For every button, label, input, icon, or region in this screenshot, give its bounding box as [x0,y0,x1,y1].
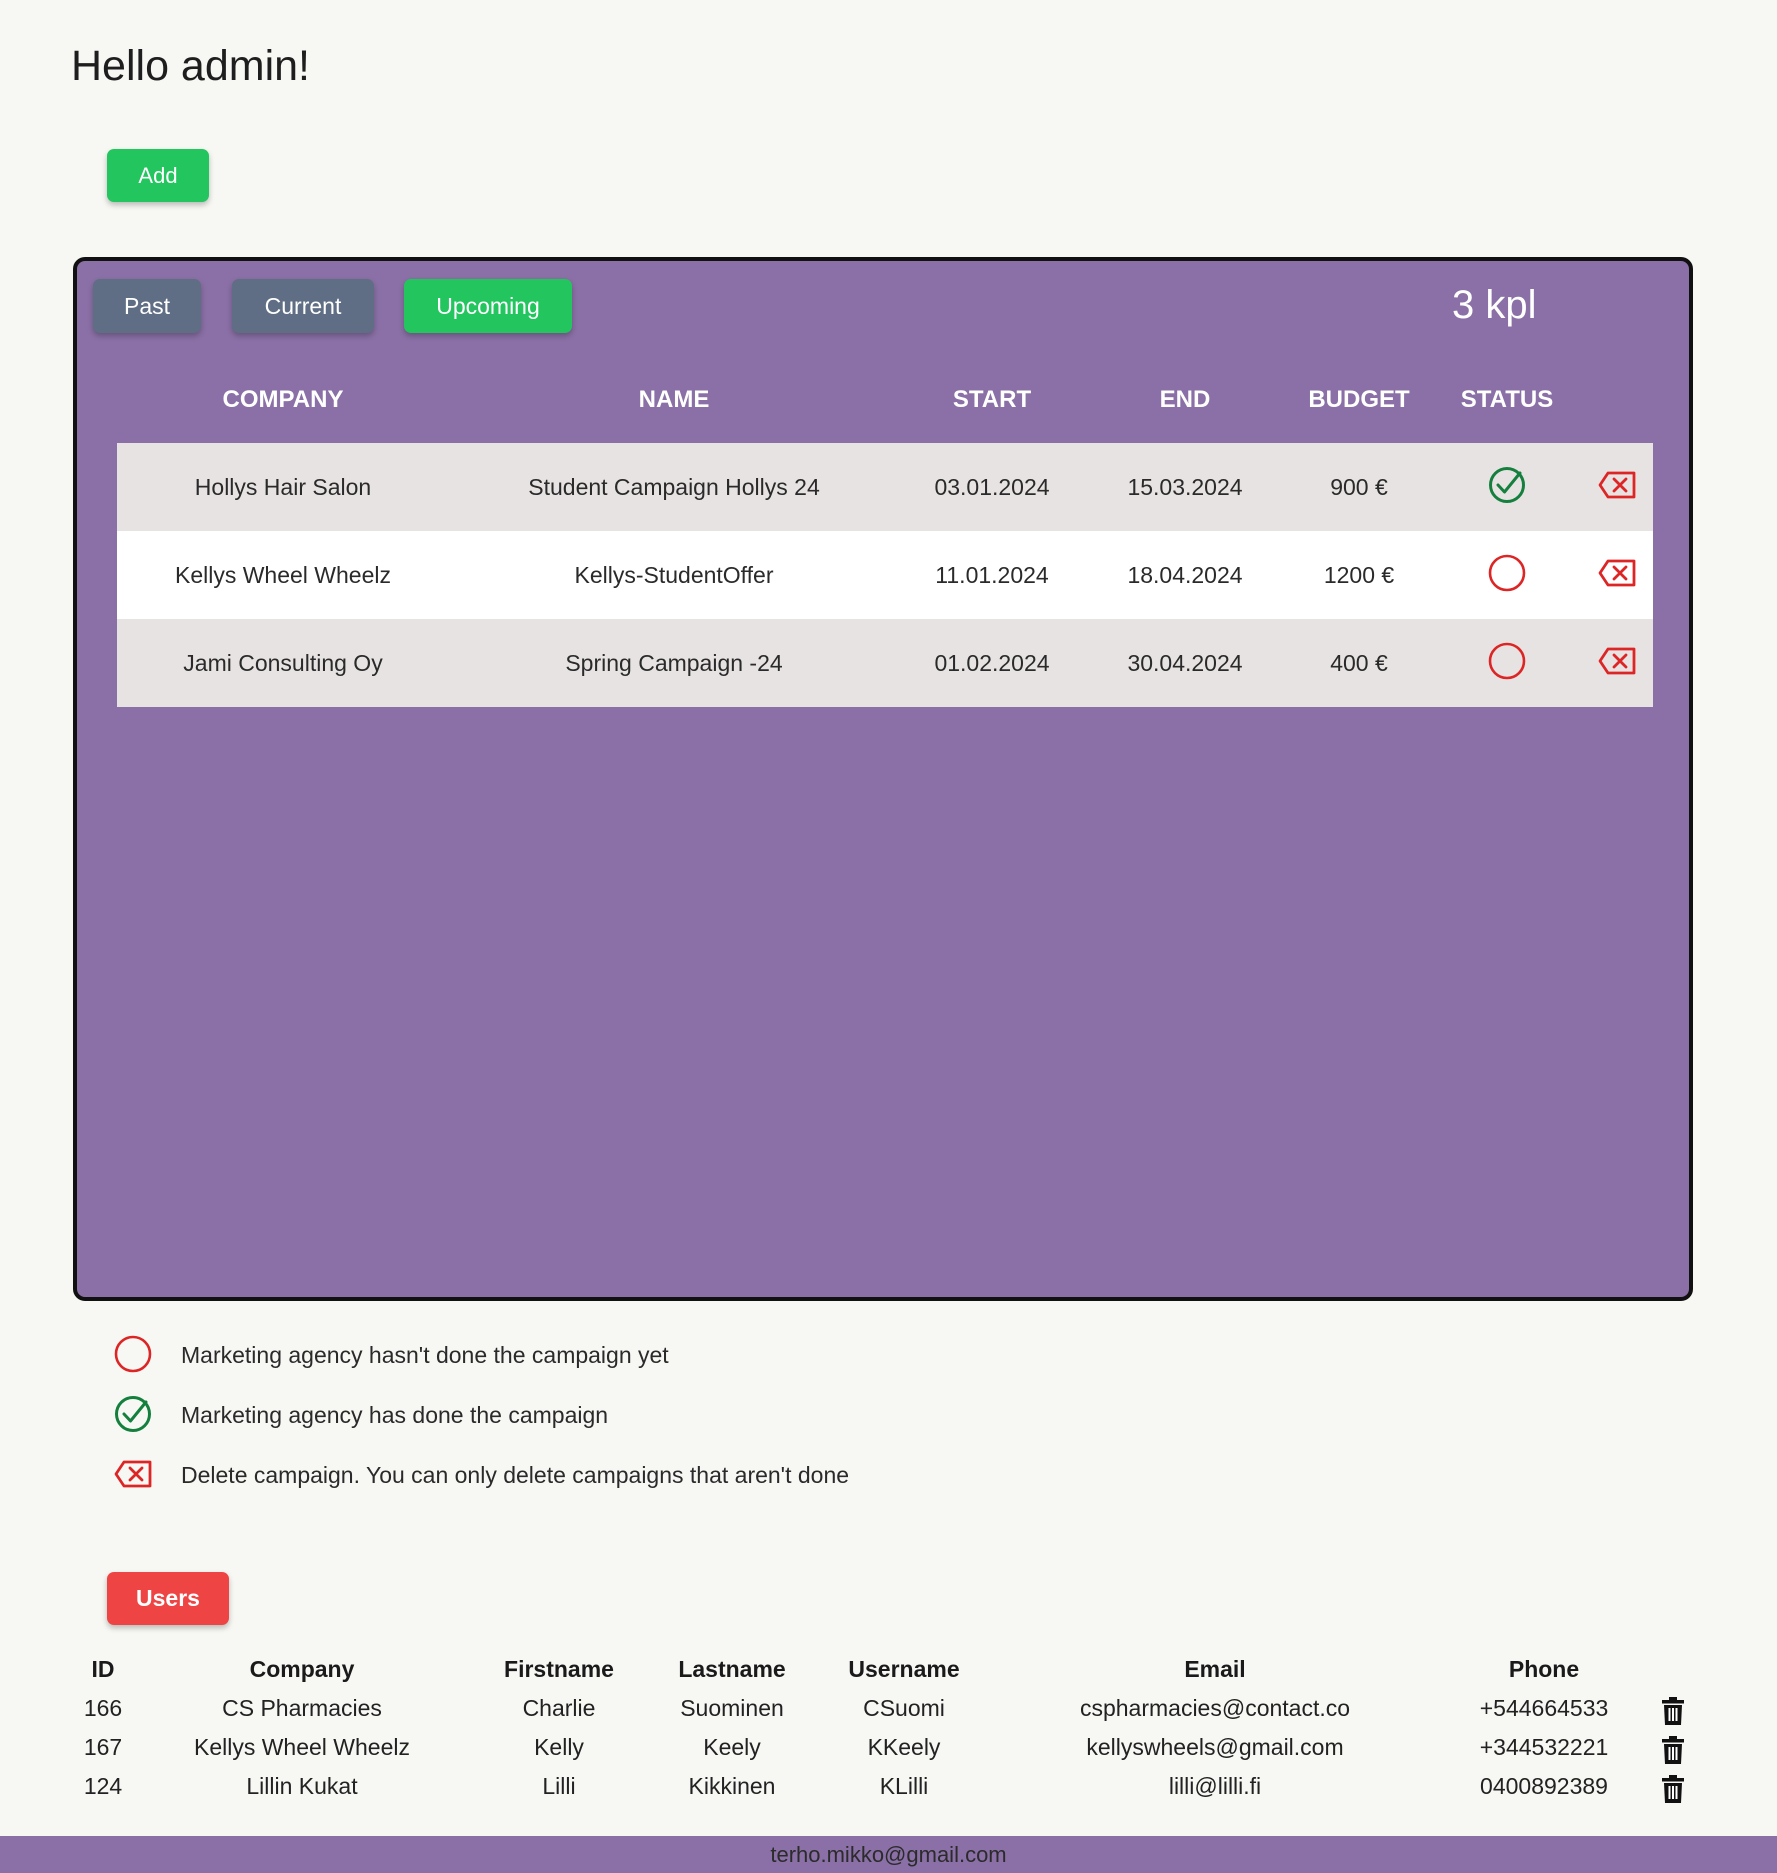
cell-end: 15.03.2024 [1127,474,1243,500]
cell-email: kellyswheels@gmail.com [1086,1734,1344,1760]
header-company: COMPANY [222,386,344,413]
empty-circle-icon [113,1334,153,1374]
empty-circle-icon [1487,641,1527,681]
footer-email[interactable]: terho.mikko@gmail.com [770,1842,1006,1867]
header-email: Email [1184,1656,1246,1682]
trash-icon[interactable] [1661,1697,1685,1730]
users-button[interactable]: Users [107,1572,229,1625]
legend-label: Marketing agency has done the campaign [181,1402,609,1428]
table-row: 167 Kellys Wheel Wheelz Kelly Keely KKee… [0,1734,1777,1773]
header-id: ID [91,1656,115,1682]
cell-name: Student Campaign Hollys 24 [528,474,820,500]
cell-budget: 400 € [1330,650,1388,676]
cell-phone: 0400892389 [1480,1773,1608,1799]
header-firstname: Firstname [504,1656,614,1682]
cell-firstname: Charlie [522,1695,596,1721]
tab-upcoming[interactable]: Upcoming [404,279,572,333]
cell-company: Kellys Wheel Wheelz [193,1734,411,1760]
cell-username: CSuomi [863,1695,945,1721]
cell-username: KKeely [867,1734,941,1760]
cell-start: 01.02.2024 [934,650,1050,676]
header-end: END [1159,386,1211,413]
add-button[interactable]: Add [107,149,209,202]
cell-phone: +544664533 [1479,1695,1609,1721]
cell-start: 03.01.2024 [934,474,1050,500]
tab-past[interactable]: Past [93,279,201,333]
delete-x-icon[interactable] [1598,647,1636,675]
cell-lastname: Kikkinen [688,1773,776,1799]
cell-email: cspharmacies@contact.co [1079,1695,1351,1721]
cell-company: Hollys Hair Salon [194,474,372,500]
header-company: Company [249,1656,355,1682]
table-row: Jami Consulting Oy Spring Campaign -24 0… [117,619,1653,707]
users-table: ID Company Firstname Lastname Username E… [0,1656,1777,1812]
legend-label: Delete campaign. You can only delete cam… [181,1462,850,1488]
header-phone: Phone [1508,1656,1580,1682]
header-name: NAME [638,386,710,413]
users-table-header: ID Company Firstname Lastname Username E… [0,1656,1777,1695]
header-lastname: Lastname [678,1656,786,1682]
cell-name: Kellys-StudentOffer [574,562,774,588]
cell-name: Spring Campaign -24 [565,650,783,676]
cell-id: 124 [83,1773,123,1799]
page-title: Hello admin! [71,42,310,90]
cell-lastname: Suominen [680,1695,784,1721]
table-row: Hollys Hair Salon Student Campaign Holly… [117,443,1653,531]
cell-username: KLilli [879,1773,929,1799]
campaign-table-body: Hollys Hair Salon Student Campaign Holly… [117,443,1653,707]
legend-label: Marketing agency hasn't done the campaig… [181,1342,669,1368]
check-circle-icon [113,1394,153,1434]
cell-email: lilli@lilli.fi [1168,1773,1262,1799]
delete-x-icon [113,1454,153,1494]
tab-current[interactable]: Current [232,279,374,333]
trash-icon[interactable] [1661,1736,1685,1769]
cell-phone: +344532221 [1479,1734,1609,1760]
delete-x-icon[interactable] [1598,559,1636,587]
header-budget: BUDGET [1308,386,1410,413]
campaign-count: 3 kpl [1452,283,1537,327]
cell-budget: 1200 € [1323,562,1395,588]
table-row: 166 CS Pharmacies Charlie Suominen CSuom… [0,1695,1777,1734]
empty-circle-icon [1487,553,1527,593]
cell-end: 18.04.2024 [1127,562,1243,588]
cell-company: Kellys Wheel Wheelz [174,562,392,588]
table-row: Kellys Wheel Wheelz Kellys-StudentOffer … [117,531,1653,619]
cell-firstname: Lilli [542,1773,576,1799]
cell-lastname: Keely [703,1734,761,1760]
cell-company: Lillin Kukat [246,1773,358,1799]
cell-id: 167 [83,1734,123,1760]
trash-icon[interactable] [1661,1775,1685,1808]
campaigns-panel: Past Current Upcoming 3 kpl COMPANY NAME… [73,257,1693,1301]
delete-x-icon[interactable] [1598,471,1636,499]
table-row: 124 Lillin Kukat Lilli Kikkinen KLilli l… [0,1773,1777,1812]
campaign-table-header: COMPANY NAME START END BUDGET STATUS [77,386,1689,426]
cell-start: 11.01.2024 [935,562,1049,588]
cell-end: 30.04.2024 [1127,650,1243,676]
header-username: Username [848,1656,960,1682]
cell-company: Jami Consulting Oy [183,650,383,676]
header-status: STATUS [1460,386,1554,413]
header-start: START [952,386,1032,413]
footer: terho.mikko@gmail.com [0,1836,1777,1873]
cell-id: 166 [83,1695,123,1721]
check-circle-icon [1487,465,1527,505]
cell-company: CS Pharmacies [222,1695,382,1721]
cell-budget: 900 € [1330,474,1388,500]
cell-firstname: Kelly [534,1734,584,1760]
